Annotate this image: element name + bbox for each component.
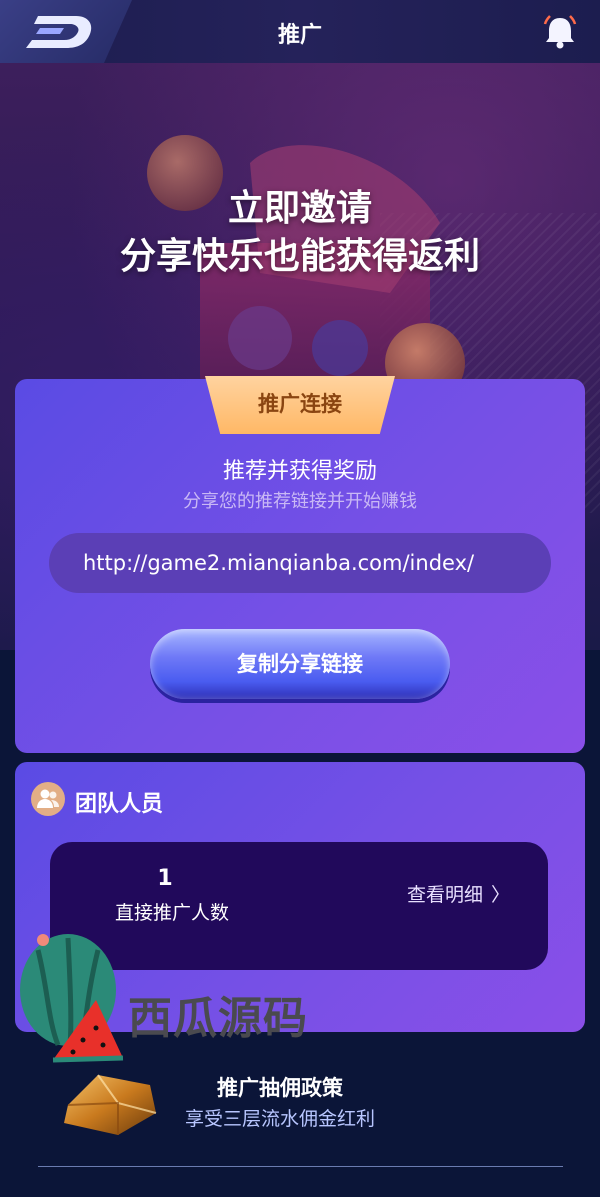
direct-count-value: 1 <box>157 866 173 891</box>
view-detail-label: 查看明细 <box>406 884 483 906</box>
direct-count-label: 直接推广人数 <box>114 902 229 924</box>
promo-link-card: 推广连接 推荐并获得奖励 分享您的推荐链接并开始赚钱 http://game2.… <box>15 376 585 753</box>
watermark-text: 西瓜源码 <box>128 993 308 1044</box>
team-title: 团队人员 <box>75 792 164 817</box>
policy-title: 推广抽佣政策 <box>217 1076 343 1100</box>
hero-title-line1: 立即邀请 <box>227 188 372 229</box>
hero-title: 立即邀请 分享快乐也能获得返利 <box>0 185 600 281</box>
promo-subheading: 分享您的推荐链接并开始赚钱 <box>183 491 417 512</box>
chevron-right-icon: 〉 <box>490 884 510 906</box>
referral-link-field[interactable]: http://game2.mianqianba.com/index/ <box>49 533 551 593</box>
hero-title-line2: 分享快乐也能获得返利 <box>119 236 480 277</box>
team-icon <box>31 782 65 816</box>
view-detail-link[interactable]: 查看明细〉 <box>407 880 510 907</box>
copy-link-button[interactable]: 复制分享链接 <box>150 629 450 699</box>
promo-heading: 推荐并获得奖励 <box>222 459 377 484</box>
gold-ingot-icon <box>64 1074 157 1135</box>
promo-tab: 推广连接 <box>205 376 395 434</box>
top-bar: 推广 <box>0 0 600 64</box>
bell-icon[interactable] <box>540 12 580 52</box>
page-title: 推广 <box>277 23 322 48</box>
policy-subtitle: 享受三层流水佣金红利 <box>184 1108 375 1130</box>
divider <box>38 1166 563 1167</box>
